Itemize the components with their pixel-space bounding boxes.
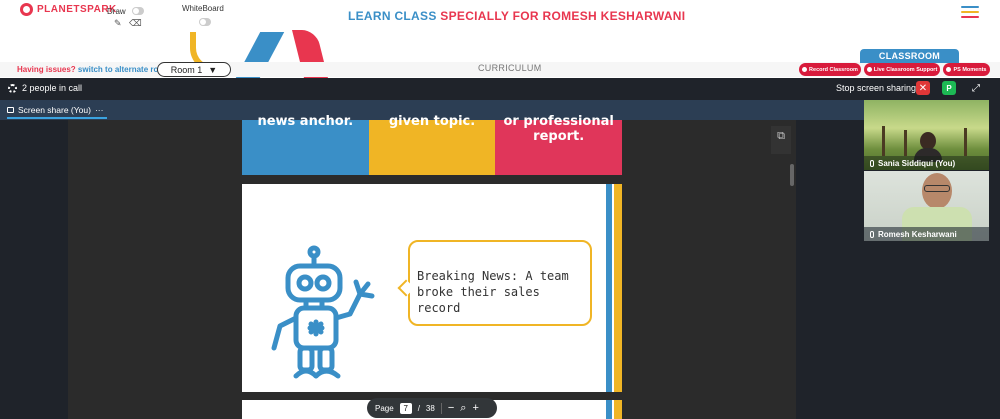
slide-column-text: given topic. — [388, 114, 476, 129]
zoom-out-icon[interactable]: − — [448, 402, 454, 414]
slide-current: Breaking News: A team broke their sales … — [242, 184, 622, 392]
pencil-icon[interactable]: ✎ — [114, 18, 122, 29]
moments-icon — [946, 67, 952, 72]
hamburger-line — [961, 16, 979, 18]
page-number-input[interactable]: 7 — [399, 402, 412, 414]
issues-message: Having issues? switch to alternate room — [17, 65, 170, 74]
ps-moments-button[interactable]: PS Moments — [943, 63, 990, 76]
classroom-tab[interactable]: CLASSROOM — [860, 49, 959, 63]
video-tile-romesh[interactable]: Romesh Kesharwani — [864, 171, 989, 241]
page-title-part2: SPECIALLY FOR ROMESH KESHARWANI — [440, 9, 686, 23]
glasses-icon — [924, 185, 950, 192]
zoom-in-icon[interactable]: + — [472, 402, 478, 414]
page-separator: / — [417, 403, 420, 413]
tree-trunk — [964, 128, 967, 156]
stop-sharing-button[interactable]: ✕ — [916, 81, 930, 95]
hamburger-line — [961, 6, 979, 8]
participant-name: Sania Siddiqui (You) — [878, 158, 956, 168]
whiteboard-label: WhiteBoard — [182, 4, 224, 13]
caret-down-icon: ▼ — [208, 64, 218, 75]
record-icon — [802, 67, 808, 72]
microphone-icon[interactable] — [870, 230, 874, 238]
page-label: Page — [375, 403, 394, 413]
participant-avatar[interactable]: P — [942, 81, 956, 95]
page-controls: Page 7 / 38 − ⌕ + — [367, 398, 497, 418]
pdf-scrollbar[interactable] — [790, 164, 794, 186]
room-select[interactable]: Room 1 ▼ — [157, 62, 231, 77]
room-select-value: Room 1 — [170, 64, 203, 75]
participant-name: Romesh Kesharwani — [878, 229, 957, 239]
fullscreen-icon[interactable]: ⤢ — [969, 81, 983, 95]
whiteboard-toggle[interactable] — [199, 18, 211, 26]
page-title: LEARN CLASS SPECIALLY FOR ROMESH KESHARW… — [348, 9, 685, 23]
microphone-icon[interactable] — [870, 159, 874, 167]
page-title-part1: LEARN CLASS — [348, 9, 437, 23]
participant-name-bar: Sania Siddiqui (You) — [864, 156, 989, 170]
slide-stripe — [606, 400, 612, 419]
draw-label: Draw — [107, 7, 126, 16]
participant-name-bar: Romesh Kesharwani — [864, 227, 989, 241]
monitor-icon — [7, 106, 14, 113]
live-support-button[interactable]: Live Classroom Support — [864, 63, 940, 76]
top-header: PLANETSPARK Draw ✎ ⌫ WhiteBoard LEARN CL… — [0, 0, 1000, 32]
screen-share-tab[interactable]: Screen share (You) ··· — [7, 102, 108, 119]
slide-stripe — [614, 184, 622, 392]
hamburger-icon[interactable] — [961, 6, 979, 21]
gear-icon — [8, 83, 17, 93]
slide-stripe — [606, 184, 612, 392]
issues-text: Having issues? — [17, 65, 76, 74]
support-icon — [866, 67, 872, 72]
people-count[interactable]: 2 people in call — [8, 83, 82, 93]
slide-stripe — [614, 400, 622, 419]
slide-column-red: or professional report. — [495, 114, 623, 175]
logo-text: PLANETSPARK — [37, 4, 117, 15]
screen-share-label: Screen share (You) — [18, 104, 91, 115]
hamburger-line — [961, 11, 979, 13]
stop-sharing-label: Stop screen sharing — [836, 83, 917, 93]
curriculum-label[interactable]: CURRICULUM — [478, 63, 542, 73]
tree-trunk — [882, 126, 885, 156]
people-count-label: 2 people in call — [22, 83, 83, 93]
slide-column-blue: news anchor. — [242, 114, 369, 175]
total-pages: 38 — [425, 403, 435, 413]
record-classroom-label: Record Classroom — [809, 66, 858, 73]
robot-icon — [271, 245, 375, 379]
slide-top: news anchor. given topic. or professiona… — [242, 114, 623, 175]
slide-column-text: news anchor. — [257, 114, 354, 129]
live-support-label: Live Classroom Support — [873, 66, 938, 73]
record-classroom-button[interactable]: Record Classroom — [799, 63, 861, 76]
slide-column-text: or professional report. — [503, 114, 614, 144]
ps-moments-label: PS Moments — [953, 66, 987, 73]
logo-mark-icon — [20, 3, 33, 16]
video-tile-sania[interactable]: Sania Siddiqui (You) — [864, 100, 989, 170]
more-options-icon[interactable]: ··· — [95, 105, 104, 115]
divider — [440, 402, 442, 414]
zoom-icon[interactable]: ⌕ — [460, 402, 466, 415]
speech-bubble-text: Breaking News: A team broke their sales … — [417, 269, 569, 315]
slide-column-yellow: given topic. — [368, 114, 496, 175]
tree-trunk — [904, 130, 907, 156]
open-external-icon[interactable]: ⧉ — [771, 126, 791, 154]
planetspark-logo[interactable]: PLANETSPARK — [20, 3, 117, 16]
draw-toggle[interactable] — [132, 7, 144, 15]
eraser-icon[interactable]: ⌫ — [129, 18, 142, 29]
